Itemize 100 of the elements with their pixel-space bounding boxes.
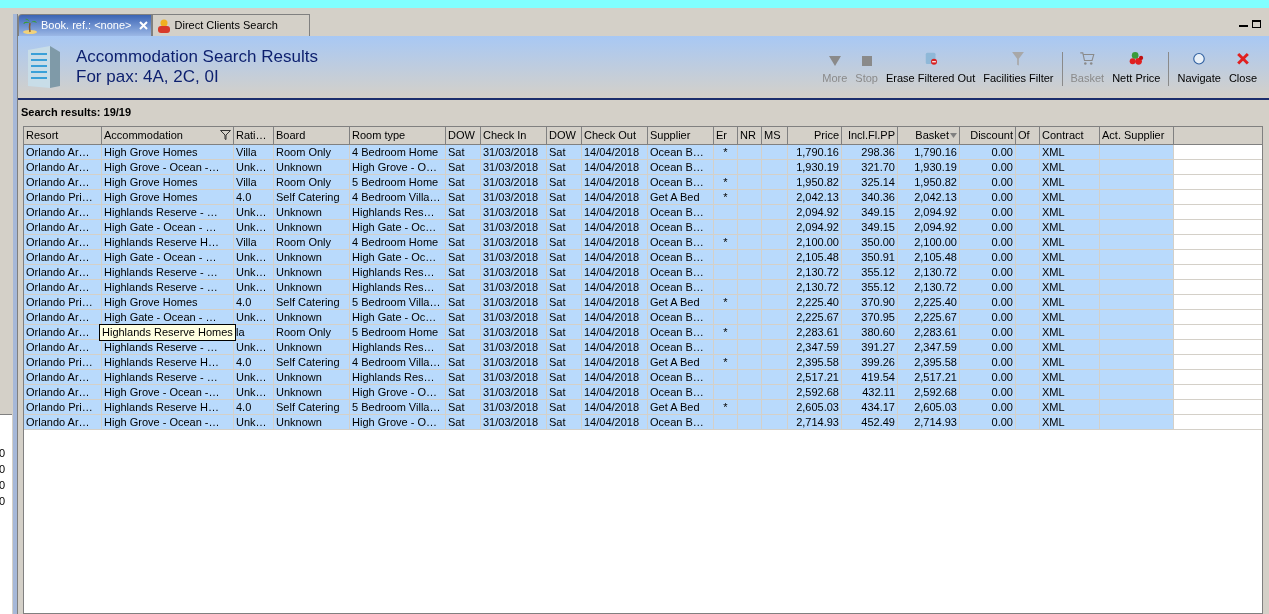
table-cell: Orlando Pri… — [26, 399, 93, 414]
column-header[interactable]: Incl.Fl.PP — [842, 126, 898, 144]
column-header[interactable]: Of — [1016, 126, 1040, 144]
table-cell: Sat — [448, 189, 465, 204]
table-row[interactable]: Orlando Pri… High Grove Homes 4.0 Self Catering 5 Bedroom Villa… Sat 31/03/2018 Sat 14/04/2018 Get A Bed * 2,225.40 370.90 2,225.40 0.00 XML — [24, 294, 1262, 310]
column-header[interactable]: Resort — [24, 126, 102, 144]
table-cell: 0.00 — [991, 204, 1013, 219]
column-header[interactable]: Check In — [481, 126, 547, 144]
table-row[interactable]: Orlando Ar… Highlands Reserve - … Unk… Unknown Highlands Res… Sat 31/03/2018 Sat 14/04/2018 Ocean B… 2,094.92 349.15 2,094.92 0.00 XML — [24, 204, 1262, 220]
toolbar-button[interactable]: Facilities Filter — [979, 52, 1058, 86]
table-cell: 2,105.48 — [796, 249, 839, 264]
table-cell: 14/04/2018 — [584, 399, 640, 414]
table-cell: 14/04/2018 — [584, 144, 640, 159]
table-row[interactable]: Orlando Ar… High Gate - Ocean - … Unk… Unknown High Gate - Oc… Sat 31/03/2018 Sat 14/04/2018 Ocean B… 2,105.48 350.91 2,105.48 0.00 XML — [24, 249, 1262, 265]
column-header[interactable]: Act. Supplier — [1100, 126, 1174, 144]
table-row[interactable]: Orlando Pri… Highlands Reserve H… 4.0 Self Catering 5 Bedroom Villa… Sat 31/03/2018 Sat 14/04/2018 Get A Bed * 2,605.03 434.17 2,605.03 0.00 XML — [24, 399, 1262, 415]
table-cell: Orlando Ar… — [26, 219, 90, 234]
table-cell: 0.00 — [991, 309, 1013, 324]
table-cell: Orlando Ar… — [26, 159, 90, 174]
table-cell: 2,283.61 — [914, 324, 957, 339]
square-icon — [861, 55, 872, 66]
table-cell: Highlands Res… — [352, 339, 435, 354]
table-cell: * — [723, 399, 728, 414]
table-cell: Self Catering — [276, 294, 340, 309]
table-cell: * — [723, 234, 728, 249]
column-header[interactable]: Basket — [898, 126, 960, 144]
table-row[interactable]: Orlando Ar… High Grove Homes Villa Room Only 4 Bedroom Home Sat 31/03/2018 Sat 14/04/2018 Ocean B… * 1,790.16 298.36 1,790.16 0.00 XML — [24, 144, 1262, 160]
table-cell: 380.60 — [861, 324, 895, 339]
table-cell: Highlands Reserve H… — [104, 354, 219, 369]
table-cell: Sat — [448, 249, 465, 264]
table-cell: Unknown — [276, 219, 322, 234]
column-header[interactable]: Rati… — [234, 126, 274, 144]
table-cell: 5 Bedroom Villa… — [352, 294, 441, 309]
table-row[interactable]: Orlando Ar… Highlands Reserve - … Unk… Unknown Highlands Res… Sat 31/03/2018 Sat 14/04/2018 Ocean B… 2,347.59 391.27 2,347.59 0.00 XML — [24, 339, 1262, 355]
toolbar-button[interactable]: Erase Filtered Out — [881, 52, 980, 86]
column-header[interactable]: Accommodation — [102, 126, 234, 144]
table-row[interactable]: Orlando Ar… High Grove - Ocean -… Unk… Unknown High Grove - O… Sat 31/03/2018 Sat 14/04/2018 Ocean B… 2,592.68 432.11 2,592.68 0.00 XML — [24, 384, 1262, 400]
column-header[interactable]: Check Out — [582, 126, 648, 144]
table-row[interactable]: Orlando Pri… Highlands Reserve H… 4.0 Self Catering 4 Bedroom Villa… Sat 31/03/2018 Sat 14/04/2018 Get A Bed * 2,395.58 399.26 2,395.58 0.00 XML — [24, 354, 1262, 370]
column-header[interactable]: NR — [738, 126, 762, 144]
table-cell: 2,517.21 — [914, 369, 957, 384]
maximize-icon[interactable] — [1252, 20, 1261, 28]
column-header[interactable]: Er — [714, 126, 738, 144]
table-row[interactable]: Orlando Ar… Highlands Reserve H… Villa Room Only 4 Bedroom Home Sat 31/03/2018 Sat 14/04/2018 Ocean B… * 2,100.00 350.00 2,100.00 0.00 XML — [24, 234, 1262, 250]
table-cell: Orlando Ar… — [26, 279, 90, 294]
column-header[interactable]: Discount — [960, 126, 1016, 144]
toolbar-button[interactable]: Navigate — [1173, 52, 1225, 86]
tab[interactable]: Direct Clients Search — [151, 14, 310, 36]
table-cell: 298.36 — [861, 144, 895, 159]
cart-icon — [1078, 52, 1097, 66]
table-cell: Sat — [549, 324, 566, 339]
table-cell: 14/04/2018 — [584, 219, 640, 234]
column-header[interactable]: Board — [274, 126, 350, 144]
table-row[interactable]: Orlando Ar… High Grove - Ocean -… Unk… Unknown High Grove - O… Sat 31/03/2018 Sat 14/04/2018 Ocean B… 2,714.93 452.49 2,714.93 0.00 XML — [24, 414, 1262, 430]
toolbar-button[interactable]: Nett Price — [1108, 52, 1165, 86]
table-cell: 325.14 — [861, 174, 895, 189]
column-header[interactable]: Contract — [1040, 126, 1100, 144]
table-cell: 31/03/2018 — [483, 204, 539, 219]
toolbar-button[interactable]: Close — [1224, 52, 1261, 86]
results-count: Search results: 19/19 — [21, 106, 132, 118]
table-cell: 31/03/2018 — [483, 294, 539, 309]
table-cell: 31/03/2018 — [483, 324, 539, 339]
table-cell: 350.91 — [861, 249, 895, 264]
table-cell: 1,790.16 — [796, 144, 839, 159]
table-cell: Sat — [448, 369, 465, 384]
triangle-down-icon — [828, 55, 841, 66]
table-cell: XML — [1042, 294, 1065, 309]
table-cell: 4.0 — [236, 189, 252, 204]
column-header[interactable]: Price — [788, 126, 842, 144]
column-header[interactable]: Room type — [350, 126, 446, 144]
cluster-icon — [1127, 52, 1146, 66]
table-row[interactable]: Orlando Ar… High Gate - Ocean - … Unk… Unknown High Gate - Oc… Sat 31/03/2018 Sat 14/04/2018 Ocean B… 2,094.92 349.15 2,094.92 0.00 XML — [24, 219, 1262, 235]
column-header[interactable]: DOW — [547, 126, 582, 144]
table-row[interactable]: Orlando Ar… Highlands Reserve Homes la Room Only 5 Bedroom Home Sat 31/03/2018 Sat 14/04/2018 Ocean B… * 2,283.61 380.60 2,283.61 0.00 XML — [24, 324, 1262, 340]
table-cell: Highlands Res… — [352, 204, 435, 219]
table-cell: 14/04/2018 — [584, 414, 640, 429]
table-row[interactable]: Orlando Pri… High Grove Homes 4.0 Self Catering 4 Bedroom Villa… Sat 31/03/2018 Sat 14/04/2018 Get A Bed * 2,042.13 340.36 2,042.13 0.00 XML — [24, 189, 1262, 205]
column-header[interactable]: Supplier — [648, 126, 714, 144]
table-row[interactable]: Orlando Ar… Highlands Reserve - … Unk… Unknown Highlands Res… Sat 31/03/2018 Sat 14/04/2018 Ocean B… 2,517.21 419.54 2,517.21 0.00 XML — [24, 369, 1262, 385]
table-cell: 2,517.21 — [796, 369, 839, 384]
close-icon[interactable] — [138, 21, 148, 30]
table-row[interactable]: Orlando Ar… Highlands Reserve - … Unk… Unknown Highlands Res… Sat 31/03/2018 Sat 14/04/2018 Ocean B… 2,130.72 355.12 2,130.72 0.00 XML — [24, 279, 1262, 295]
table-cell: Unk… — [236, 309, 267, 324]
table-row[interactable]: Orlando Ar… Highlands Reserve - … Unk… Unknown Highlands Res… Sat 31/03/2018 Sat 14/04/2018 Ocean B… 2,130.72 355.12 2,130.72 0.00 XML — [24, 264, 1262, 280]
table-cell: 349.15 — [861, 219, 895, 234]
table-cell: la — [236, 324, 245, 339]
table-cell: Get A Bed — [650, 354, 700, 369]
table-cell: High Gate - Ocean - … — [104, 309, 217, 324]
table-cell: Highlands Reserve - … — [104, 339, 218, 354]
table-row[interactable]: Orlando Ar… High Grove Homes Villa Room Only 5 Bedroom Home Sat 31/03/2018 Sat 14/04/2018 Ocean B… * 1,950.82 325.14 1,950.82 0.00 XML — [24, 174, 1262, 190]
table-cell: Sat — [448, 339, 465, 354]
table-cell: Sat — [448, 399, 465, 414]
table-row[interactable]: Orlando Ar… High Grove - Ocean -… Unk… Unknown High Grove - O… Sat 31/03/2018 Sat 14/04/2018 Ocean B… 1,930.19 321.70 1,930.19 0.00 XML — [24, 159, 1262, 175]
table-cell: Unknown — [276, 414, 322, 429]
table-cell: 2,714.93 — [914, 414, 957, 429]
table-cell: Highlands Reserve - … — [104, 264, 218, 279]
column-header[interactable]: DOW — [446, 126, 481, 144]
table-cell: Highlands Reserve - … — [104, 204, 218, 219]
column-header[interactable]: MS — [762, 126, 788, 144]
table-row[interactable]: Orlando Ar… High Gate - Ocean - … Unk… Unknown High Gate - Oc… Sat 31/03/2018 Sat 14/04/2018 Ocean B… 2,225.67 370.95 2,225.67 0.00 XML — [24, 309, 1262, 325]
